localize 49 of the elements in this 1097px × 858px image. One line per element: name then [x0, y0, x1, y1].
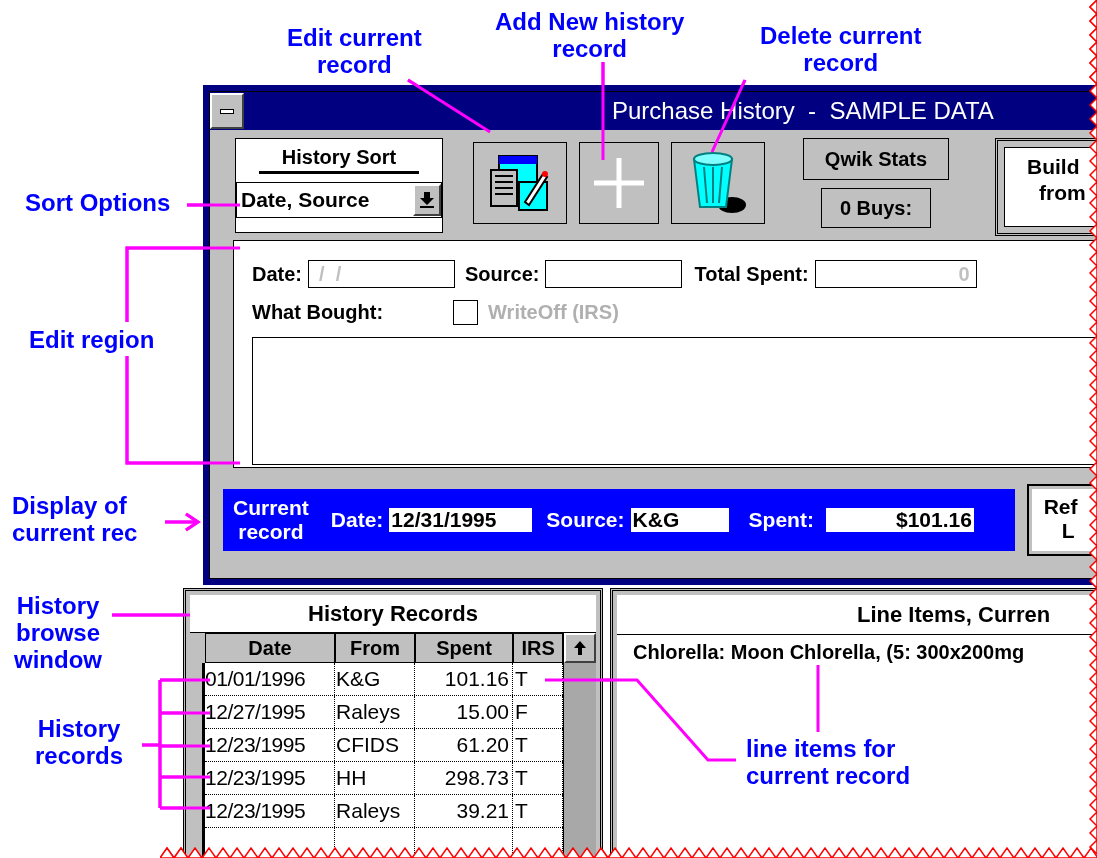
table-cell: 298.73 — [415, 762, 514, 794]
build-button[interactable]: Build from — [995, 138, 1097, 236]
table-cell: 39.21 — [415, 795, 514, 827]
annotation-label: Sort Options — [25, 189, 171, 216]
total-spent-label: Total Spent: — [694, 262, 809, 287]
table-cell: CFIDS — [335, 729, 416, 761]
annotation-label: History records — [35, 715, 124, 769]
table-cell: 61.20 — [415, 729, 514, 761]
annotation-label: Add New history record — [495, 8, 685, 62]
table-cell: 15.00 — [415, 696, 514, 728]
column-header[interactable]: From — [335, 633, 416, 663]
sort-dropdown[interactable]: Date, Source — [236, 182, 442, 218]
spent-label: Spent: — [748, 507, 814, 534]
table-cell: 12/23/1995 — [205, 795, 336, 827]
current-spent-value: $101.16 — [825, 508, 974, 532]
source-label: Source: — [546, 507, 625, 534]
qwik-stats-button[interactable]: Qwik Stats — [803, 138, 949, 180]
current-record-label: Current record — [233, 496, 309, 544]
table-cell: K&G — [335, 663, 416, 695]
date-label: Date: — [252, 262, 302, 287]
what-bought-label: What Bought: — [252, 300, 384, 325]
table-cell: 12/23/1995 — [205, 729, 336, 761]
column-header[interactable]: IRS — [513, 633, 564, 663]
current-date-value: 12/31/1995 — [389, 508, 533, 532]
annotation-label: Display of current rec — [12, 492, 138, 546]
buys-button[interactable]: 0 Buys: — [821, 188, 931, 228]
annotation-label: History browse window — [14, 592, 102, 673]
line-item-text: Chlorella: Moon Chlorella, (5: 300x200mg — [632, 640, 1026, 665]
annotation-label: Edit current record — [287, 24, 422, 78]
writeoff-label: WriteOff (IRS) — [488, 300, 619, 325]
column-header[interactable]: Spent — [415, 633, 514, 663]
table-cell: Raleys — [335, 795, 416, 827]
table-cell: 101.16 — [415, 663, 514, 695]
table-cell: 12/23/1995 — [205, 762, 336, 794]
refresh-button[interactable]: Ref L — [1026, 484, 1097, 556]
table-cell: 01/01/1996 — [205, 663, 336, 695]
annotation-label: line items for current record — [746, 735, 911, 789]
table-cell: Raleys — [335, 696, 416, 728]
table-cell: 12/27/1995 — [205, 696, 336, 728]
column-header[interactable]: Date — [205, 633, 336, 663]
current-source-value: K&G — [630, 508, 729, 532]
dropdown-value: Date, Source — [240, 187, 371, 214]
table-cell: HH — [335, 762, 416, 794]
sort-title: History Sort — [259, 145, 419, 174]
source-label: Source: — [465, 262, 540, 287]
date-label: Date: — [330, 507, 384, 534]
annotation-label: Edit region — [29, 326, 155, 353]
annotation-label: Delete current record — [760, 22, 922, 76]
history-records-title: History Records — [190, 595, 596, 633]
